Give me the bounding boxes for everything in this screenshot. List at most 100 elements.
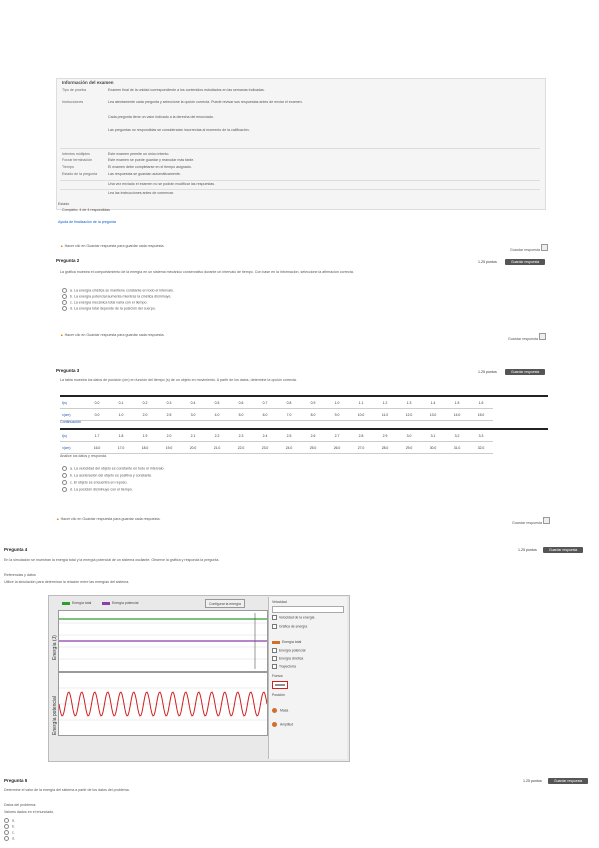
data-table: t(s) 0.0 0.1 0.2 0.3 0.4 0.5 0.6 0.7 0.8 0.9 1.0 1.… bbox=[60, 397, 493, 421]
table-cell: 0.2 bbox=[133, 397, 157, 409]
info-value: Este examen permite un único intento. bbox=[108, 152, 170, 156]
save-answer-button[interactable]: Guardar respuesta bbox=[505, 369, 546, 375]
panel-item[interactable]: Gráfica de energía bbox=[272, 624, 307, 629]
answer-option[interactable]: b. bbox=[4, 824, 15, 829]
question-text: Utilice la simulación para determinar la… bbox=[4, 580, 130, 584]
flag-icon bbox=[538, 333, 546, 340]
radio-button[interactable] bbox=[272, 722, 277, 727]
radio-button[interactable] bbox=[62, 294, 67, 299]
answer-option[interactable]: c. bbox=[4, 830, 15, 835]
answer-option[interactable]: c. La energía mecánica total varía con e… bbox=[62, 300, 148, 305]
save-answer-link[interactable]: Guardar respuesta bbox=[508, 333, 546, 341]
table-cell: 3.3 bbox=[469, 430, 493, 442]
table-cell: 17.0 bbox=[109, 441, 133, 454]
panel-item[interactable]: Energía cinética bbox=[272, 656, 303, 661]
info-value: Lea atentamente cada pregunta y seleccio… bbox=[108, 100, 303, 104]
radio-button[interactable] bbox=[62, 480, 67, 485]
table-cell: 21.0 bbox=[205, 441, 229, 454]
radio-button[interactable] bbox=[62, 306, 67, 311]
checkbox[interactable] bbox=[272, 615, 277, 620]
radio-button[interactable] bbox=[62, 288, 67, 293]
data-table-continued: t(s) 1.7 1.8 1.9 2.0 2.1 2.2 2.3 2.4 2.5 2.6 2.7 2.… bbox=[60, 430, 493, 454]
checkbox[interactable] bbox=[272, 664, 277, 669]
potential-plot bbox=[58, 672, 268, 736]
flag-icon bbox=[542, 517, 550, 524]
table-cell: 30.0 bbox=[421, 441, 445, 454]
answer-option[interactable]: c. El objeto se encuentra en reposo. bbox=[62, 480, 128, 485]
legend-swatch-potential bbox=[102, 601, 110, 605]
table-cell: 0.6 bbox=[229, 397, 253, 409]
table-cell: 2.6 bbox=[301, 430, 325, 442]
color-swatch bbox=[272, 640, 280, 644]
table-cell: 1.4 bbox=[421, 397, 445, 409]
table-cell: 1.1 bbox=[349, 397, 373, 409]
answer-option[interactable]: a. La energía cinética se mantiene const… bbox=[62, 288, 174, 293]
answer-option[interactable]: a. bbox=[4, 818, 15, 823]
question-text: Valores dados en el enunciado. bbox=[4, 810, 55, 814]
table-cell: 2.5 bbox=[157, 408, 181, 421]
arrow-icon[interactable] bbox=[272, 681, 288, 689]
speed-select[interactable] bbox=[272, 606, 344, 613]
radio-button[interactable] bbox=[62, 466, 67, 471]
panel-item: Posición bbox=[272, 693, 285, 697]
save-answer-link[interactable]: Guardar respuesta bbox=[510, 244, 548, 252]
info-value: Este examen se puede guardar y reanudar … bbox=[108, 158, 195, 162]
save-notice: ▲ Hacer clic en Guardar respuesta para g… bbox=[60, 333, 165, 337]
checkbox[interactable] bbox=[272, 656, 277, 661]
config-energy-button[interactable]: Configurar la energía bbox=[205, 599, 245, 608]
table-cell: 2.9 bbox=[373, 430, 397, 442]
radio-button[interactable] bbox=[62, 300, 67, 305]
table-cell: 10.0 bbox=[349, 408, 373, 421]
question-head: Pregunta 3 bbox=[56, 368, 80, 373]
table-cell: 20.0 bbox=[181, 441, 205, 454]
panel-item[interactable]: Velocidad de la energía bbox=[272, 615, 314, 620]
checkbox[interactable] bbox=[272, 648, 277, 653]
radio-button[interactable] bbox=[4, 818, 9, 823]
divider bbox=[60, 189, 540, 190]
panel-item[interactable]: Energía total bbox=[272, 640, 301, 644]
table-cell: 0.0 bbox=[85, 397, 109, 409]
info-label: Estado de la pregunta bbox=[62, 172, 98, 176]
save-notice: ▲ Hacer clic en Guardar respuesta para g… bbox=[60, 244, 165, 248]
panel-item: Velocidad bbox=[272, 600, 287, 604]
radio-button[interactable] bbox=[62, 473, 67, 478]
radio-button[interactable] bbox=[4, 830, 9, 835]
table-cell: 2.5 bbox=[277, 430, 301, 442]
table-cell: 2.3 bbox=[229, 430, 253, 442]
table-cell: 0.3 bbox=[157, 397, 181, 409]
answer-option[interactable]: a. La velocidad del objeto es constante … bbox=[62, 466, 165, 471]
info-label: Instrucciones bbox=[62, 100, 84, 104]
radio-button[interactable] bbox=[62, 487, 67, 492]
table-cell: 22.0 bbox=[229, 441, 253, 454]
answer-option[interactable]: d. La posición disminuye con el tiempo. bbox=[62, 487, 133, 492]
table-cell: 14.0 bbox=[445, 408, 469, 421]
table-cell: 1.0 bbox=[325, 397, 349, 409]
table-cell: 31.0 bbox=[445, 441, 469, 454]
answer-option[interactable]: d. bbox=[4, 836, 15, 841]
panel-item[interactable]: Amplitud bbox=[272, 722, 293, 727]
answer-option[interactable]: b. La aceleración del objeto es positiva… bbox=[62, 473, 152, 478]
panel-item[interactable]: Energía potencial bbox=[272, 648, 305, 653]
table-cell: 24.0 bbox=[277, 441, 301, 454]
answer-option[interactable]: b. La energía potencial aumenta mientras… bbox=[62, 294, 171, 299]
save-answer-link[interactable]: Guardar respuesta bbox=[512, 517, 550, 525]
radio-button[interactable] bbox=[272, 708, 277, 713]
help-link[interactable]: Ayuda de finalización de la pregunta bbox=[58, 220, 116, 224]
save-answer-button[interactable]: Guardar respuesta bbox=[505, 259, 546, 265]
table-cell: 0.8 bbox=[277, 397, 301, 409]
legend-potential: Energía potencial bbox=[102, 601, 138, 605]
table-cell: 2.0 bbox=[157, 430, 181, 442]
table-cell: 19.0 bbox=[157, 441, 181, 454]
panel-item[interactable]: Trayectoria bbox=[272, 664, 296, 669]
table-cell: 1.3 bbox=[397, 397, 421, 409]
answer-option[interactable]: d. La energía total depende de la posici… bbox=[62, 306, 156, 311]
panel-item[interactable]: Masa bbox=[272, 708, 288, 713]
checkbox[interactable] bbox=[272, 624, 277, 629]
radio-button[interactable] bbox=[4, 824, 9, 829]
radio-button[interactable] bbox=[4, 836, 9, 841]
question-subtitle: Referencias y datos bbox=[4, 573, 36, 577]
save-answer-button[interactable]: Guardar respuesta bbox=[548, 778, 589, 784]
table-cell: t(s) bbox=[60, 430, 85, 442]
save-answer-button[interactable]: Guardar respuesta bbox=[543, 547, 584, 553]
divider bbox=[60, 180, 540, 181]
